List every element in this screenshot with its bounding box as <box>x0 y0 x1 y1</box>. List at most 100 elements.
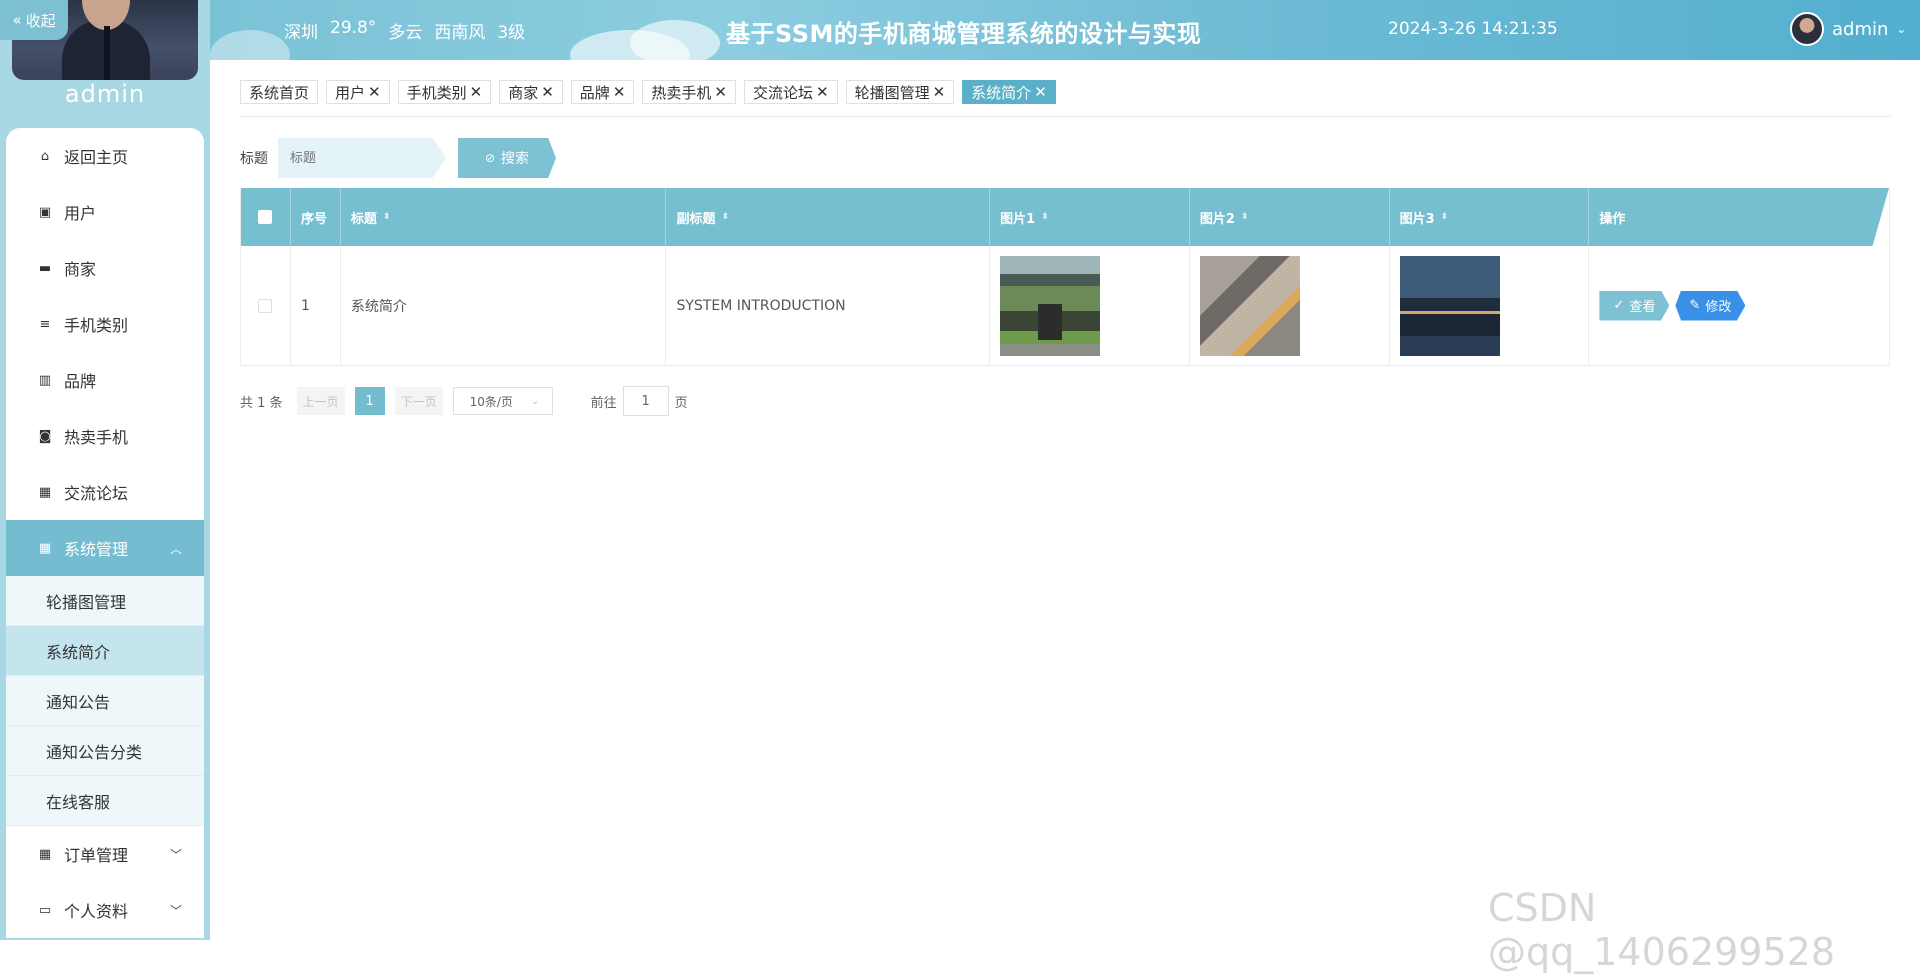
tab-carousel[interactable]: 轮播图管理 ✕ <box>845 80 955 104</box>
sidebar-item-orders[interactable]: ▦ 订单管理 ﹀ <box>6 826 204 882</box>
search-button-label: 搜索 <box>501 151 530 167</box>
view-button[interactable]: ✓ 查看 <box>1599 290 1670 321</box>
sidebar-item-label: 交流论坛 <box>64 484 129 503</box>
column-label: 操作 <box>1599 211 1626 227</box>
close-icon[interactable]: ✕ <box>816 83 829 101</box>
tab-label: 轮播图管理 <box>854 83 930 102</box>
col-header-index: 序号 <box>291 188 341 246</box>
sidebar-item-label: 订单管理 <box>64 846 129 865</box>
clipboard-icon: ▣ <box>38 204 52 220</box>
night-lake-image[interactable] <box>1399 255 1500 356</box>
edit-button[interactable]: ✎ 修改 <box>1675 290 1746 321</box>
close-icon[interactable]: ✕ <box>933 83 946 101</box>
sidebar-item-phone-categories[interactable]: ≡ 手机类别 <box>6 296 204 352</box>
sidebar-item-home[interactable]: ⌂ 返回主页 <box>6 128 204 184</box>
close-icon[interactable]: ✕ <box>470 83 483 101</box>
weather-temp: 29.8° <box>330 18 377 38</box>
top-header: 深圳 29.8° 多云 西南风 3级 基于SSM的手机商城管理系统的设计与实现 … <box>210 0 1920 60</box>
sidebar-menu: ⌂ 返回主页 ▣ 用户 ▬ 商家 ≡ 手机类别 ▥ 品牌 ◙ 热卖手机 ▦ 交流… <box>6 128 204 938</box>
col-header-subtitle[interactable]: 副标题 ⬍ <box>666 188 991 246</box>
tab-system-intro[interactable]: 系统简介 ✕ <box>962 80 1056 104</box>
check-icon: ✓ <box>1613 298 1625 313</box>
page-number-current[interactable]: 1 <box>354 387 385 415</box>
view-label: 查看 <box>1629 300 1656 315</box>
close-icon[interactable]: ✕ <box>541 83 554 101</box>
weather-city: 深圳 <box>284 23 318 43</box>
row-image1-cell <box>990 246 1190 365</box>
sidebar-item-users[interactable]: ▣ 用户 <box>6 184 204 240</box>
row-image3-cell <box>1390 246 1590 365</box>
tab-divider <box>240 116 1890 117</box>
page-suffix: 页 <box>674 395 688 411</box>
tab-users[interactable]: 用户 ✕ <box>326 80 390 104</box>
close-icon[interactable]: ✕ <box>613 83 626 101</box>
sidebar-subitem-online-service[interactable]: 在线客服 <box>6 776 204 826</box>
sidebar-subitem-notice-categories[interactable]: 通知公告分类 <box>6 726 204 776</box>
sidebar-item-merchants[interactable]: ▬ 商家 <box>6 240 204 296</box>
collapse-button[interactable]: « 收起 <box>0 0 68 40</box>
tab-label: 商家 <box>508 83 539 102</box>
chevron-down-icon: ⌄ <box>1896 22 1907 36</box>
interior-image[interactable] <box>1199 255 1300 356</box>
tab-home[interactable]: 系统首页 <box>240 80 319 104</box>
sidebar-item-profile[interactable]: ▭ 个人资料 ﹀ <box>6 882 204 938</box>
close-icon[interactable]: ✕ <box>368 83 381 101</box>
pagination-total: 共 1 条 <box>240 395 283 411</box>
col-header-image3[interactable]: 图片3 ⬍ <box>1390 188 1590 246</box>
search-button[interactable]: ⊘ 搜索 <box>458 138 556 178</box>
chevron-down-icon: ﹀ <box>169 847 182 862</box>
sidebar-item-label: 系统管理 <box>64 540 129 559</box>
col-header-image1[interactable]: 图片1 ⬍ <box>990 188 1190 246</box>
column-label: 序号 <box>300 211 327 227</box>
tab-brands[interactable]: 品牌 ✕ <box>570 80 635 104</box>
datetime: 2024-3-26 14:21:35 <box>1388 19 1558 39</box>
column-label: 副标题 <box>676 211 716 227</box>
page-size-select[interactable]: 10条/页 ⌄ <box>452 387 553 415</box>
tab-forum[interactable]: 交流论坛 ✕ <box>743 80 838 104</box>
tab-phone-categories[interactable]: 手机类别 ✕ <box>397 80 492 104</box>
sidebar-item-system[interactable]: ▦ 系统管理 ︿ <box>6 520 204 576</box>
close-icon[interactable]: ✕ <box>714 83 727 101</box>
sort-icon[interactable]: ⬍ <box>722 212 730 222</box>
row-image2-cell <box>1190 246 1390 365</box>
avatar <box>1790 12 1824 46</box>
tab-label: 系统简介 <box>971 83 1032 102</box>
col-header-image2[interactable]: 图片2 ⬍ <box>1190 188 1390 246</box>
search-label: 标题 <box>240 151 268 167</box>
row-checkbox[interactable] <box>258 298 273 313</box>
sort-icon[interactable]: ⬍ <box>1241 212 1249 222</box>
search-input[interactable] <box>278 138 446 178</box>
close-icon[interactable]: ✕ <box>1034 83 1047 101</box>
tab-label: 热卖手机 <box>651 83 712 102</box>
sidebar-item-brands[interactable]: ▥ 品牌 <box>6 352 204 408</box>
sidebar-item-label: 手机类别 <box>64 316 129 335</box>
list-icon: ≡ <box>39 316 51 332</box>
grid-icon: ▦ <box>38 846 52 862</box>
sort-icon[interactable]: ⬍ <box>1441 212 1449 222</box>
sidebar-subitem-system-intro[interactable]: 系统简介 <box>6 626 204 676</box>
tab-hot-phones[interactable]: 热卖手机 ✕ <box>642 80 736 104</box>
edit-label: 修改 <box>1705 300 1732 315</box>
tab-merchants[interactable]: 商家 ✕ <box>499 80 563 104</box>
goto-page-input[interactable] <box>622 386 669 416</box>
select-all-checkbox[interactable] <box>258 210 273 224</box>
weather-condition: 多云 <box>388 23 423 43</box>
chevron-down-icon: ﹀ <box>169 903 182 918</box>
next-page-button[interactable]: 下一页 <box>394 387 443 415</box>
row-title: 系统简介 <box>341 246 667 365</box>
row-actions: ✓ 查看 ✎ 修改 <box>1589 246 1889 365</box>
sort-icon[interactable]: ⬍ <box>383 212 391 222</box>
sort-icon[interactable]: ⬍ <box>1041 212 1049 222</box>
col-header-title[interactable]: 标题 ⬍ <box>341 188 667 246</box>
courtyard-image[interactable] <box>1000 255 1101 356</box>
sidebar-item-forum[interactable]: ▦ 交流论坛 <box>6 464 204 520</box>
row-select-cell <box>241 246 291 365</box>
user-menu[interactable]: admin ⌄ <box>1790 12 1906 46</box>
book-icon: ▥ <box>38 372 52 388</box>
prev-page-button[interactable]: 上一页 <box>296 387 345 415</box>
sidebar-subitem-carousel[interactable]: 轮播图管理 <box>6 576 204 626</box>
sidebar-subitem-notices[interactable]: 通知公告 <box>6 676 204 726</box>
sidebar-username: admin <box>64 80 146 108</box>
pagination: 共 1 条 上一页 1 下一页 10条/页 ⌄ 前往 页 <box>240 386 688 416</box>
sidebar-item-hot-phones[interactable]: ◙ 热卖手机 <box>6 408 204 464</box>
